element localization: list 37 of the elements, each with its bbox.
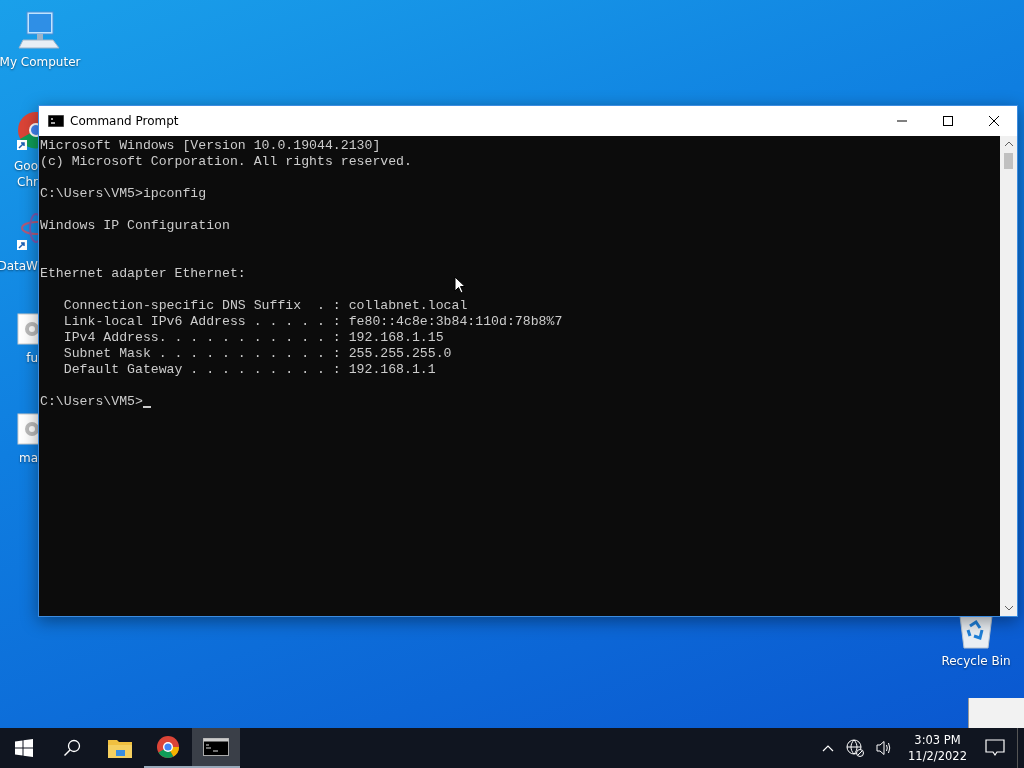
maximize-icon[interactable] — [943, 116, 953, 126]
notification-icon[interactable] — [985, 739, 1005, 757]
console-icon[interactable] — [203, 738, 229, 756]
close-icon[interactable] — [989, 116, 999, 126]
icon-label: ma — [18, 450, 38, 466]
chevron-up-icon[interactable] — [822, 744, 835, 752]
console-line: Ethernet adapter Ethernet: — [40, 266, 246, 281]
scrollbar[interactable] — [1000, 136, 1017, 616]
search-icon[interactable] — [63, 739, 81, 757]
console-line: C:\Users\VM5>ipconfig — [40, 186, 207, 201]
console-line: Connection-specific DNS Suffix . : collabnet.local — [62, 298, 468, 313]
volume-icon[interactable] — [876, 740, 893, 756]
console-line: Link-local IPv6 Address . . . . . : fe80::4c8e:3b84:110d:78b8%7 — [62, 314, 563, 329]
folder-icon[interactable] — [108, 738, 132, 758]
chrome-icon[interactable] — [156, 735, 180, 759]
icon-label: Goo — [14, 158, 38, 174]
icon-label: Recycle Bin — [941, 654, 1011, 668]
windows-logo-icon[interactable] — [15, 739, 33, 757]
console-line: IPv4 Address. . . . . . . . . . . : 192.168.1.15 — [62, 330, 444, 345]
scrollbar-thumb[interactable] — [1004, 153, 1013, 169]
mouse-pointer-icon — [454, 276, 466, 294]
icon-label: fu — [26, 350, 38, 366]
text-cursor — [142, 406, 151, 408]
icon-label: Chr — [17, 174, 38, 190]
icon-label: My Computer — [0, 54, 81, 70]
console-icon — [48, 115, 64, 127]
network-globe-icon[interactable] — [846, 739, 865, 757]
command-prompt: C:\Users\VM5> — [40, 394, 143, 410]
console-line: Subnet Mask . . . . . . . . . . . : 255.255.255.0 — [62, 346, 452, 361]
console-line: Windows IP Configuration — [40, 218, 230, 233]
window-title: Command Prompt — [70, 114, 179, 128]
cmd-taskbar-button[interactable] — [192, 728, 240, 768]
clock-button[interactable]: 3:03 PM 11/2/2022 — [898, 732, 977, 764]
window-thumbnail-drawing — [968, 698, 1024, 728]
console-line: Default Gateway . . . . . . . . . : 192.168.1.1 — [62, 362, 436, 377]
console-line: Microsoft Windows [Version 10.0.19044.2130] — [40, 138, 381, 153]
console-line: (c) Microsoft Corporation. All rights reserved. — [40, 154, 412, 169]
